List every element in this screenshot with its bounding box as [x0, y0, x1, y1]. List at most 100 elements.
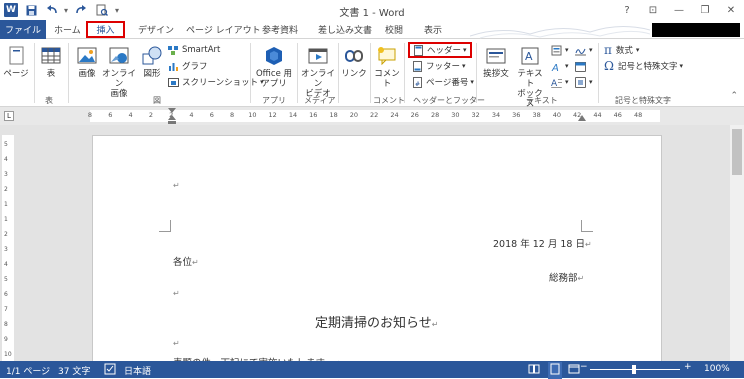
ruler-number: 12 — [268, 111, 277, 119]
graph-label: グラフ — [182, 62, 208, 72]
tab-mailings[interactable]: 差し込み文書 — [318, 23, 372, 36]
print-layout-icon[interactable] — [548, 362, 562, 379]
date-time-button[interactable] — [575, 59, 589, 73]
pages-label: ページ — [3, 69, 29, 79]
image-button[interactable]: 画像 — [72, 45, 102, 79]
group-separator — [338, 43, 339, 103]
scrollbar-thumb[interactable] — [732, 129, 742, 175]
dropcap-icon: A — [551, 78, 562, 88]
right-indent-marker-icon[interactable] — [578, 115, 586, 125]
group-label-apps: アプリ — [262, 96, 286, 105]
comment-button[interactable]: コメント — [372, 45, 402, 89]
tab-page-layout[interactable]: ページ レイアウト — [186, 23, 261, 36]
smartart-label: SmartArt — [182, 45, 221, 55]
vertical-scrollbar[interactable] — [730, 125, 744, 361]
close-icon[interactable]: ✕ — [718, 0, 744, 20]
pages-button[interactable]: ページ — [2, 45, 30, 79]
paragraph-mark: ↵ — [431, 320, 439, 329]
symbol-label: 記号と特殊文字 — [617, 62, 678, 72]
svg-text:#: # — [415, 81, 420, 88]
comment-label: コメント — [374, 69, 400, 89]
page-number-icon: # — [413, 76, 422, 88]
header-button[interactable]: ヘッダー ▾ — [408, 42, 472, 58]
chart-icon — [169, 62, 178, 71]
comment-icon — [378, 47, 396, 66]
ribbon-insert: ページ 表 表 画像 オンライン 画像 図形 SmartArt グラフ スクリー… — [0, 39, 744, 109]
smartart-icon — [168, 45, 178, 55]
tab-references[interactable]: 参考資料 — [262, 23, 298, 36]
ruler-number: 6 — [108, 111, 113, 119]
doc-department: 総務部↵ — [549, 270, 584, 284]
shapes-button[interactable]: 図形 — [138, 45, 166, 79]
screenshot-label: スクリーンショット — [182, 78, 259, 88]
zoom-in-button[interactable]: + — [684, 362, 692, 372]
table-icon — [41, 47, 61, 64]
table-button[interactable]: 表 — [38, 45, 64, 79]
document-page[interactable]: ↵ 2018 年 12 月 18 日↵ 各位↵ 総務部↵ ↵ 定期清掃のお知らせ… — [92, 135, 662, 375]
doc-recipient: 各位↵ — [173, 254, 199, 268]
tab-insert[interactable]: 挿入 — [86, 21, 125, 38]
equation-button[interactable]: π 数式 ▾ — [604, 43, 639, 57]
tab-review[interactable]: 校閲 — [385, 23, 403, 36]
online-video-button[interactable]: オンライン ビデオ — [300, 45, 336, 99]
office-apps-button[interactable]: Office 用 アプリ — [254, 45, 294, 89]
wordart-icon: A — [551, 63, 559, 72]
link-button[interactable]: リンク — [341, 45, 367, 79]
tab-home[interactable]: ホーム — [54, 23, 81, 36]
language[interactable]: 日本語 — [124, 364, 151, 377]
smartart-button[interactable]: SmartArt — [168, 43, 220, 57]
graph-button[interactable]: グラフ — [168, 59, 208, 73]
symbol-button[interactable]: Ω 記号と特殊文字 ▾ — [604, 59, 683, 73]
crop-mark — [159, 220, 171, 232]
background-pattern — [470, 26, 650, 39]
help-icon[interactable]: ? — [614, 0, 640, 20]
proofing-icon[interactable] — [104, 363, 116, 378]
vertical-ruler[interactable]: 5 4 3 2 1 1 2 3 4 5 6 7 8 9 10 — [2, 135, 14, 361]
tab-file[interactable]: ファイル — [0, 20, 46, 39]
quick-parts-button[interactable]: ▾ — [551, 43, 569, 57]
shapes-icon — [142, 46, 162, 65]
signature-dropdown-icon: ▾ — [589, 46, 593, 54]
ribbon-display-icon[interactable]: ⊡ — [640, 0, 666, 20]
footer-button[interactable]: フッター ▾ — [412, 59, 466, 73]
page-number-button[interactable]: # ページ番号 ▾ — [412, 75, 474, 89]
collapse-ribbon-icon[interactable]: ⌃ — [730, 91, 738, 101]
dropcap-dropdown-icon: ▾ — [565, 78, 569, 86]
wordart-button[interactable]: A ▾ — [551, 59, 569, 73]
group-label-text: テキスト — [526, 96, 558, 105]
web-layout-icon[interactable] — [568, 363, 580, 378]
group-label-media: メディア — [304, 96, 336, 105]
dropcap-button[interactable]: A ▾ — [551, 75, 569, 89]
group-separator — [68, 43, 69, 103]
ruler-number: 18 — [329, 111, 338, 119]
read-mode-icon[interactable] — [528, 363, 540, 378]
group-separator — [476, 43, 477, 103]
ruler-number: 8 — [230, 111, 235, 119]
tab-design[interactable]: デザイン — [138, 23, 174, 36]
zoom-level[interactable]: 100% — [704, 364, 730, 374]
paragraph-mark: ↵ — [192, 258, 199, 267]
pages-icon — [9, 46, 24, 65]
tab-selector[interactable]: L — [4, 111, 14, 121]
greeting-button[interactable]: 挨拶文 — [480, 45, 512, 79]
zoom-slider-thumb[interactable] — [632, 365, 636, 374]
page-count[interactable]: 1/1 ページ — [6, 364, 50, 377]
doc-recipient-text: 各位 — [173, 257, 193, 268]
object-button[interactable]: ▾ — [575, 75, 593, 89]
greeting-label: 挨拶文 — [483, 69, 509, 79]
doc-date-text: 2018 年 12 月 18 日 — [493, 239, 585, 250]
restore-icon[interactable]: ❐ — [692, 0, 718, 20]
ruler-number: 26 — [410, 111, 419, 119]
zoom-out-button[interactable]: − — [580, 362, 588, 372]
signature-line-button[interactable]: ▾ — [575, 43, 593, 57]
group-separator — [598, 43, 599, 103]
online-image-button[interactable]: オンライン 画像 — [102, 45, 136, 99]
title-bar: W ▾ ▾ 文書 1 - Word ? ⊡ — ❐ ✕ — [0, 0, 744, 20]
online-image-icon — [109, 47, 129, 64]
tab-view[interactable]: 表示 — [424, 23, 442, 36]
word-count[interactable]: 37 文字 — [58, 364, 90, 377]
account-box[interactable] — [652, 23, 740, 37]
omega-icon: Ω — [604, 59, 614, 73]
minimize-icon[interactable]: — — [666, 0, 692, 20]
svg-text:A: A — [525, 50, 533, 63]
